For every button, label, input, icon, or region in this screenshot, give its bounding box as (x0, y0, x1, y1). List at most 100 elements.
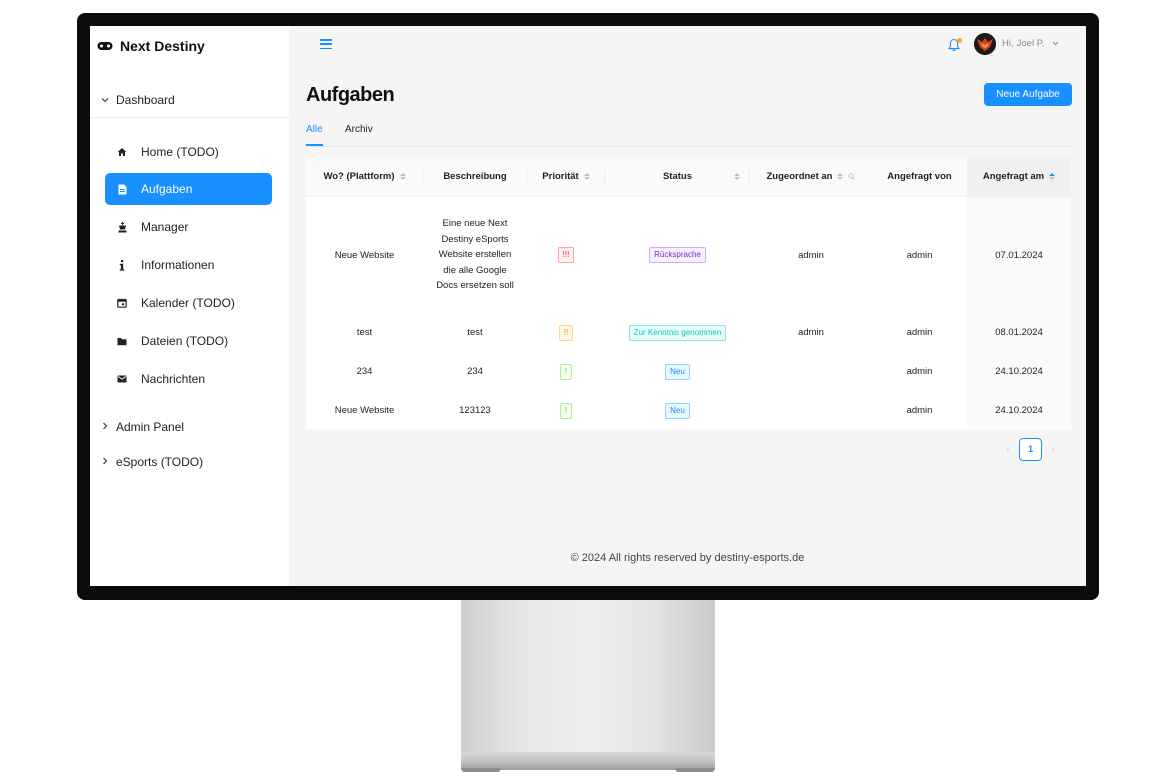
table-row[interactable]: Neue Website 123123! Neu admin 24.10.2024 (306, 391, 1071, 431)
pagination-page-1[interactable]: 1 (1019, 438, 1042, 461)
sort-icon[interactable] (734, 172, 740, 181)
gamepad-logo-icon (97, 42, 113, 50)
sidebar-item-label: Informationen (141, 258, 215, 272)
cell-priority: ! (527, 352, 605, 391)
menu-toggle-icon[interactable] (320, 39, 332, 50)
calendar-icon (115, 296, 129, 310)
sidebar-item-kalender[interactable]: Kalender (TODO) (105, 287, 272, 319)
cell-requested-by: admin (872, 352, 967, 391)
cell-assigned (750, 352, 872, 391)
cell-assigned-text: admin (798, 249, 824, 261)
user-menu[interactable]: Hi, Joel P. (1002, 38, 1059, 49)
cell-requested-by: admin (872, 197, 967, 313)
new-task-button[interactable]: Neue Aufgabe (984, 83, 1072, 106)
sidebar-item-aufgaben[interactable]: Aufgaben (105, 173, 272, 205)
cell-assigned-text: admin (798, 327, 824, 338)
table-row[interactable]: 234 234! Neu admin 24.10.2024 (306, 352, 1071, 392)
status-badge: Zur Kenntnis genommen (628, 324, 727, 341)
chess-king-icon (115, 220, 129, 234)
column-header-label: Status (662, 171, 693, 182)
table-header: Wo? (Plattform) Beschreibung Priorität S… (306, 157, 1071, 197)
sidebar-group-label: eSports (TODO) (116, 455, 204, 469)
cell-requested-by-text: admin (906, 405, 933, 416)
info-icon (115, 258, 129, 272)
cell-requested-at-text: 08.01.2024 (995, 327, 1043, 338)
sidebar-item-informationen[interactable]: Informationen (105, 249, 272, 281)
cell-requested-at: 24.10.2024 (967, 352, 1071, 391)
tabs: Alle Archiv (306, 122, 1071, 147)
sidebar-group-dashboard[interactable]: Dashboard (90, 90, 289, 110)
column-header-priority[interactable]: Priorität (527, 157, 605, 196)
column-header-status[interactable]: Status (605, 157, 750, 196)
chevron-right-icon (100, 457, 110, 468)
sidebar-item-home[interactable]: Home (TODO) (105, 136, 272, 168)
monitor-foot-left (462, 768, 500, 772)
tab-archiv[interactable]: Archiv (345, 124, 373, 135)
page-title: Aufgaben (306, 84, 395, 106)
pagination-prev-icon[interactable]: ‹ (997, 444, 1019, 456)
sidebar-group-label: Admin Panel (116, 420, 185, 434)
status-badge: Neu (665, 402, 690, 419)
sidebar-group-label: Dashboard (116, 93, 175, 107)
cell-description-text: 234 (467, 365, 483, 377)
sort-icon[interactable] (399, 172, 406, 181)
topbar: Hi, Joel P. (289, 26, 1086, 66)
cell-requested-at: 08.01.2024 (967, 313, 1071, 352)
sidebar-item-label: Manager (141, 220, 189, 234)
chevron-down-icon (1053, 41, 1059, 46)
sort-icon[interactable] (1049, 172, 1056, 181)
cell-platform: Neue Website (306, 391, 423, 430)
column-header-platform[interactable]: Wo? (Plattform) (306, 157, 423, 196)
column-header-label: Beschreibung (443, 171, 507, 182)
sidebar-group-admin-panel[interactable]: Admin Panel (90, 417, 289, 437)
cell-platform-text: 234 (356, 366, 373, 377)
chevron-down-icon (100, 95, 110, 106)
sort-icon[interactable] (583, 172, 590, 181)
cell-assigned: admin (750, 197, 872, 313)
column-header-requested-at[interactable]: Angefragt am (967, 157, 1071, 196)
mail-icon (115, 372, 129, 386)
pagination: ‹ 1 › (997, 438, 1064, 461)
cell-requested-at: 24.10.2024 (967, 391, 1071, 430)
cell-platform: 234 (306, 352, 423, 391)
user-avatar[interactable] (974, 33, 996, 55)
brand-name: Next Destiny (120, 38, 205, 54)
cell-requested-at: 07.01.2024 (967, 197, 1071, 313)
filter-search-icon[interactable] (848, 173, 856, 180)
sidebar-item-dateien[interactable]: Dateien (TODO) (105, 325, 272, 357)
sidebar-item-nachrichten[interactable]: Nachrichten (105, 363, 272, 395)
cell-requested-by-text: admin (906, 327, 933, 338)
cell-requested-at-text: 07.01.2024 (995, 249, 1043, 261)
cell-priority: !!! (527, 197, 605, 313)
cell-platform: test (306, 313, 423, 352)
cell-requested-at-text: 24.10.2024 (995, 366, 1043, 377)
sidebar: Next Destiny Dashboard Home (TODO) Aufga… (90, 26, 289, 586)
cell-status: Neu (605, 352, 750, 391)
column-header-requested-by: Angefragt von (872, 157, 967, 196)
status-badge: Neu (665, 363, 690, 380)
table-row[interactable]: Neue Website Eine neue Next Destiny eSpor… (306, 197, 1071, 314)
column-header-label: Angefragt von (887, 171, 952, 182)
cell-platform-text: Neue Website (334, 249, 395, 261)
tab-alle[interactable]: Alle (306, 124, 323, 135)
cell-platform-text: test (356, 327, 373, 338)
cell-assigned: admin (750, 313, 872, 352)
cell-description-text: Eine neue Next Destiny eSports Website e… (436, 218, 514, 292)
notification-bell-icon[interactable] (947, 38, 962, 53)
column-header-assigned[interactable]: Zugeordnet an (750, 157, 872, 196)
greeting-text: Hi, (1002, 38, 1014, 49)
cell-priority: !! (527, 313, 605, 352)
brand[interactable]: Next Destiny (97, 37, 205, 55)
sidebar-item-manager[interactable]: Manager (105, 211, 272, 243)
sidebar-item-label: Kalender (TODO) (141, 296, 235, 310)
cell-requested-by-text: admin (906, 249, 933, 261)
cell-requested-by: admin (872, 313, 967, 352)
table-row[interactable]: test test!! Zur Kenntnis genommen admin admi… (306, 313, 1071, 353)
sidebar-group-esports[interactable]: eSports (TODO) (90, 452, 289, 472)
pagination-next-icon[interactable]: › (1042, 444, 1064, 456)
sort-icon[interactable] (837, 172, 844, 181)
cell-status: Neu (605, 391, 750, 430)
file-icon (115, 182, 129, 196)
monitor-foot-right (676, 768, 714, 772)
chevron-right-icon (100, 422, 110, 433)
